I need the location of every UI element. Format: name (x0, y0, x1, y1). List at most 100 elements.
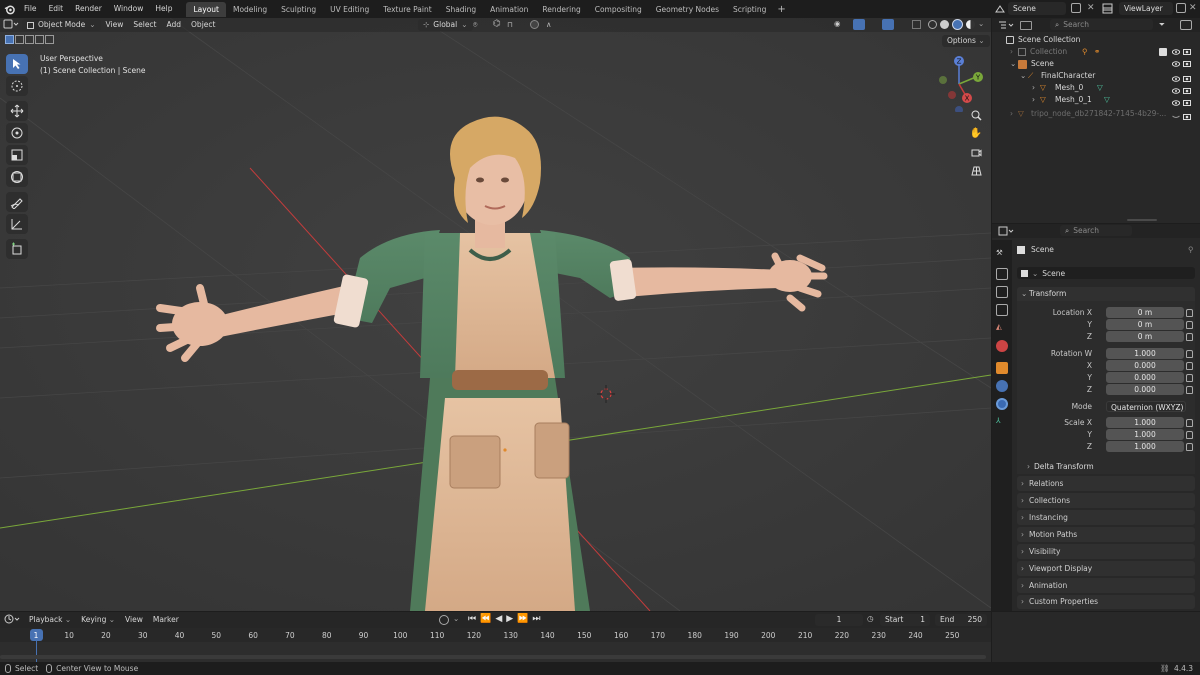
filter-icon[interactable]: ⏷ (1159, 20, 1165, 30)
select-intersect-icon[interactable] (45, 35, 54, 44)
snap-icon[interactable]: ⌬ (493, 19, 501, 29)
location-x-field[interactable]: 0 m (1106, 307, 1184, 318)
visibility-eye-icon[interactable] (1172, 76, 1180, 82)
timeline-scrollbar[interactable] (0, 655, 986, 659)
new-collection-icon[interactable] (1180, 20, 1192, 30)
tab-modeling[interactable]: Modeling (226, 2, 274, 17)
perspective-toggle-button[interactable] (967, 163, 985, 179)
outliner-row-mesh-0-1[interactable]: › ▽ Mesh_0_1 ▽ (992, 94, 1200, 106)
scene-icon[interactable] (993, 2, 1007, 15)
outliner-row-tripo-node[interactable]: › ▽ tripo_node_db271842-7145-4b29-... (992, 108, 1200, 120)
tab-scripting[interactable]: Scripting (726, 2, 773, 17)
add-cube-tool-button[interactable] (6, 239, 28, 259)
scale-x-field[interactable]: 1.000 (1106, 417, 1184, 428)
physics-tab-icon[interactable] (996, 380, 1008, 392)
select-invert-icon[interactable] (35, 35, 44, 44)
visibility-eye-icon[interactable] (1172, 49, 1180, 55)
lock-icon[interactable] (1186, 350, 1193, 358)
jump-start-icon[interactable]: ⏮ (468, 614, 476, 624)
zoom-button[interactable] (967, 107, 985, 123)
timeline-editor-icon[interactable] (0, 614, 24, 626)
outliner-row-collection[interactable]: › Collection ⚲ ⚭ (992, 46, 1200, 58)
rotation-w-field[interactable]: 1.000 (1106, 348, 1184, 359)
lock-icon[interactable] (1186, 443, 1193, 451)
annotate-tool-button[interactable] (6, 192, 28, 212)
world-tab-icon[interactable] (996, 340, 1008, 352)
delta-transform-subpanel[interactable]: › Delta Transform (1027, 461, 1094, 473)
transform-tool-button[interactable] (6, 167, 28, 187)
jump-end-icon[interactable]: ⏭ (532, 614, 540, 624)
cursor-tool-button[interactable] (6, 76, 28, 96)
falloff-icon[interactable]: ∧ (546, 20, 552, 29)
auto-key-dropdown-icon[interactable]: ⌄ (453, 614, 459, 623)
tab-rendering[interactable]: Rendering (535, 2, 587, 17)
start-frame-field[interactable]: Start 1 (880, 614, 930, 626)
prev-keyframe-icon[interactable]: ⏪ (480, 614, 491, 624)
menu-edit[interactable]: Edit (43, 0, 70, 18)
mode-selector[interactable]: Object Mode ⌄ (22, 19, 101, 31)
select-extend-icon[interactable] (15, 35, 24, 44)
keying-menu[interactable]: Keying ⌄ (76, 614, 120, 626)
end-frame-field[interactable]: End 250 (935, 614, 987, 626)
tab-geometry-nodes[interactable]: Geometry Nodes (649, 2, 726, 17)
transform-orientation[interactable]: ⊹ Global ⌄ (418, 19, 473, 31)
visibility-eye-icon[interactable] (1172, 88, 1180, 94)
viewlayer-selector[interactable]: ViewLayer (1119, 2, 1173, 15)
constraints-tab-icon[interactable] (996, 398, 1008, 410)
rotation-z-field[interactable]: 0.000 (1106, 384, 1184, 395)
solid-shading-icon[interactable] (940, 20, 949, 29)
stopwatch-icon[interactable]: ◷ (867, 614, 874, 623)
navigation-gizmo[interactable]: Z Y X (932, 54, 988, 112)
blender-logo-icon[interactable] (0, 0, 18, 18)
render-camera-icon[interactable] (1183, 113, 1191, 120)
measure-tool-button[interactable] (6, 214, 28, 234)
render-camera-icon[interactable] (1183, 48, 1191, 55)
outliner-row-mesh-0[interactable]: › ▽ Mesh_0 ▽ (992, 82, 1200, 94)
play-reverse-icon[interactable]: ◀ (495, 614, 502, 624)
lock-icon[interactable] (1186, 419, 1193, 427)
move-tool-button[interactable] (6, 101, 28, 121)
pivot-icon[interactable]: ⌾ (473, 20, 478, 30)
lock-icon[interactable] (1186, 386, 1193, 394)
options-dropdown[interactable]: Options ⌄ (942, 35, 990, 47)
location-y-field[interactable]: 0 m (1106, 319, 1184, 330)
menu-add[interactable]: Add (162, 19, 187, 31)
tab-uv-editing[interactable]: UV Editing (323, 2, 376, 17)
output-tab-icon[interactable] (996, 286, 1008, 298)
menu-window[interactable]: Window (108, 0, 150, 18)
material-shading-icon[interactable] (952, 19, 963, 30)
tool-tab-icon[interactable]: ⚒ (996, 248, 1008, 260)
scale-tool-button[interactable] (6, 145, 28, 165)
tab-animation[interactable]: Animation (483, 2, 535, 17)
lock-icon[interactable] (1186, 374, 1193, 382)
overlay-toggle-icon[interactable] (882, 19, 894, 30)
transform-panel-header[interactable]: ⌄ Transform (1017, 287, 1195, 301)
visibility-icon[interactable]: ◉ (834, 19, 841, 28)
current-frame-field[interactable]: 1 (815, 614, 863, 626)
view-layer-tab-icon[interactable] (996, 304, 1008, 316)
viewlayer-icon[interactable] (1102, 3, 1113, 14)
include-checkbox[interactable] (1159, 48, 1167, 56)
data-tab-icon[interactable]: ⅄ (996, 416, 1008, 428)
outliner-row-scene[interactable]: ⌄ Scene (992, 58, 1200, 70)
menu-render[interactable]: Render (69, 0, 108, 18)
animation-panel[interactable]: Animation (1017, 578, 1195, 593)
lock-icon[interactable] (1186, 431, 1193, 439)
viewport-display-panel[interactable]: Viewport Display (1017, 561, 1195, 576)
marker-menu[interactable]: Marker (148, 614, 184, 626)
next-keyframe-icon[interactable]: ⏩ (517, 614, 528, 624)
scale-y-field[interactable]: 1.000 (1106, 429, 1184, 440)
visibility-eye-icon[interactable] (1172, 100, 1180, 106)
pin-icon[interactable]: ⚲ (1188, 245, 1194, 254)
visibility-eye-icon[interactable] (1172, 61, 1180, 67)
hidden-eye-icon[interactable] (1172, 114, 1180, 120)
object-tab-icon[interactable] (996, 362, 1008, 374)
object-name-field[interactable]: ⌄ Scene (1017, 267, 1195, 279)
lock-icon[interactable] (1186, 333, 1193, 341)
tab-shading[interactable]: Shading (439, 2, 483, 17)
new-scene-icon[interactable] (1071, 3, 1081, 13)
snap-target-icon[interactable]: ⊓ (507, 20, 513, 29)
lock-icon[interactable] (1186, 362, 1193, 370)
properties-editor-icon[interactable] (998, 226, 1014, 236)
add-workspace-icon[interactable]: + (773, 4, 789, 15)
